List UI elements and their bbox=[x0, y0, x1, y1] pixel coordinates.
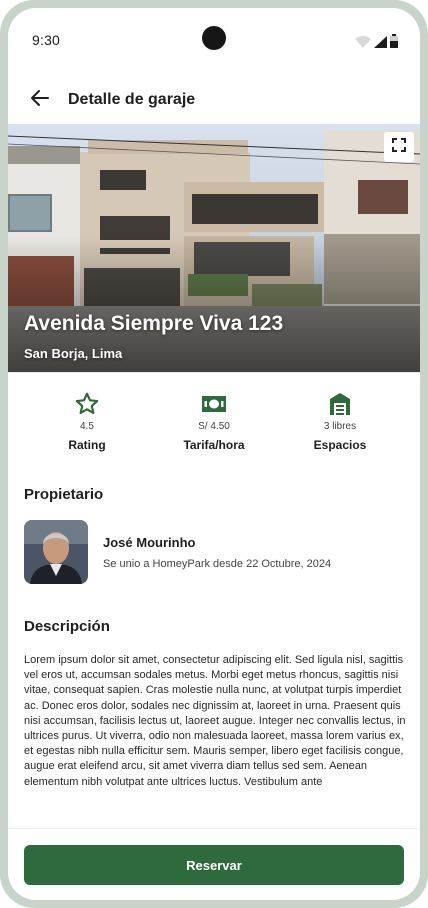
stat-value: 4.5 bbox=[80, 421, 94, 432]
arrow-left-icon bbox=[30, 88, 50, 113]
garage-icon bbox=[280, 390, 400, 418]
garage-address: Avenida Siempre Viva 123 bbox=[24, 312, 284, 335]
banknote-icon bbox=[154, 390, 274, 418]
description-section-title: Descripción bbox=[24, 618, 110, 635]
divider bbox=[8, 372, 420, 373]
status-bar: 9:30 bbox=[8, 8, 420, 72]
owner-name: José Mourinho bbox=[103, 535, 196, 550]
stat-spaces: 3 libres Espacios bbox=[280, 390, 400, 452]
phone-screen: 9:30 Detalle de garaje Avenida Siempre V… bbox=[8, 8, 420, 900]
stat-value: S/ 4.50 bbox=[198, 421, 230, 432]
garage-hero: Avenida Siempre Viva 123 San Borja, Lima bbox=[8, 124, 420, 372]
owner-section-title: Propietario bbox=[24, 486, 104, 503]
stat-label: Rating bbox=[68, 438, 106, 452]
star-icon bbox=[27, 390, 147, 418]
stat-rating: 4.5 Rating bbox=[27, 390, 147, 452]
device-frame: 9:30 Detalle de garaje Avenida Siempre V… bbox=[0, 0, 428, 908]
stat-label: Tarifa/hora bbox=[183, 438, 245, 452]
stat-rate: S/ 4.50 Tarifa/hora bbox=[154, 390, 274, 452]
page-title: Detalle de garaje bbox=[68, 91, 196, 108]
stat-value: 3 libres bbox=[323, 421, 357, 432]
description-text: Lorem ipsum dolor sit amet, consectetur … bbox=[24, 654, 406, 788]
avatar[interactable] bbox=[24, 520, 88, 584]
signal-icon bbox=[374, 35, 387, 53]
bottom-action-bar: Reservar bbox=[8, 828, 420, 900]
expand-image-button[interactable] bbox=[384, 132, 414, 162]
fullscreen-icon bbox=[392, 137, 406, 157]
garage-location: San Borja, Lima bbox=[24, 346, 123, 361]
status-time: 9:30 bbox=[32, 32, 61, 48]
battery-icon bbox=[390, 34, 398, 53]
camera-cutout bbox=[202, 26, 226, 50]
app-bar: Detalle de garaje bbox=[8, 72, 420, 128]
status-icons bbox=[355, 34, 398, 53]
stat-label: Espacios bbox=[313, 438, 367, 452]
back-button[interactable] bbox=[20, 80, 60, 120]
reserve-button[interactable]: Reservar bbox=[24, 845, 404, 885]
owner-since: Se unio a HomeyPark desde 22 Octubre, 20… bbox=[103, 558, 332, 570]
wifi-icon bbox=[355, 35, 371, 53]
garage-stats: 4.5 Rating S/ 4.50 Tarifa/hora 3 libres … bbox=[8, 390, 420, 460]
